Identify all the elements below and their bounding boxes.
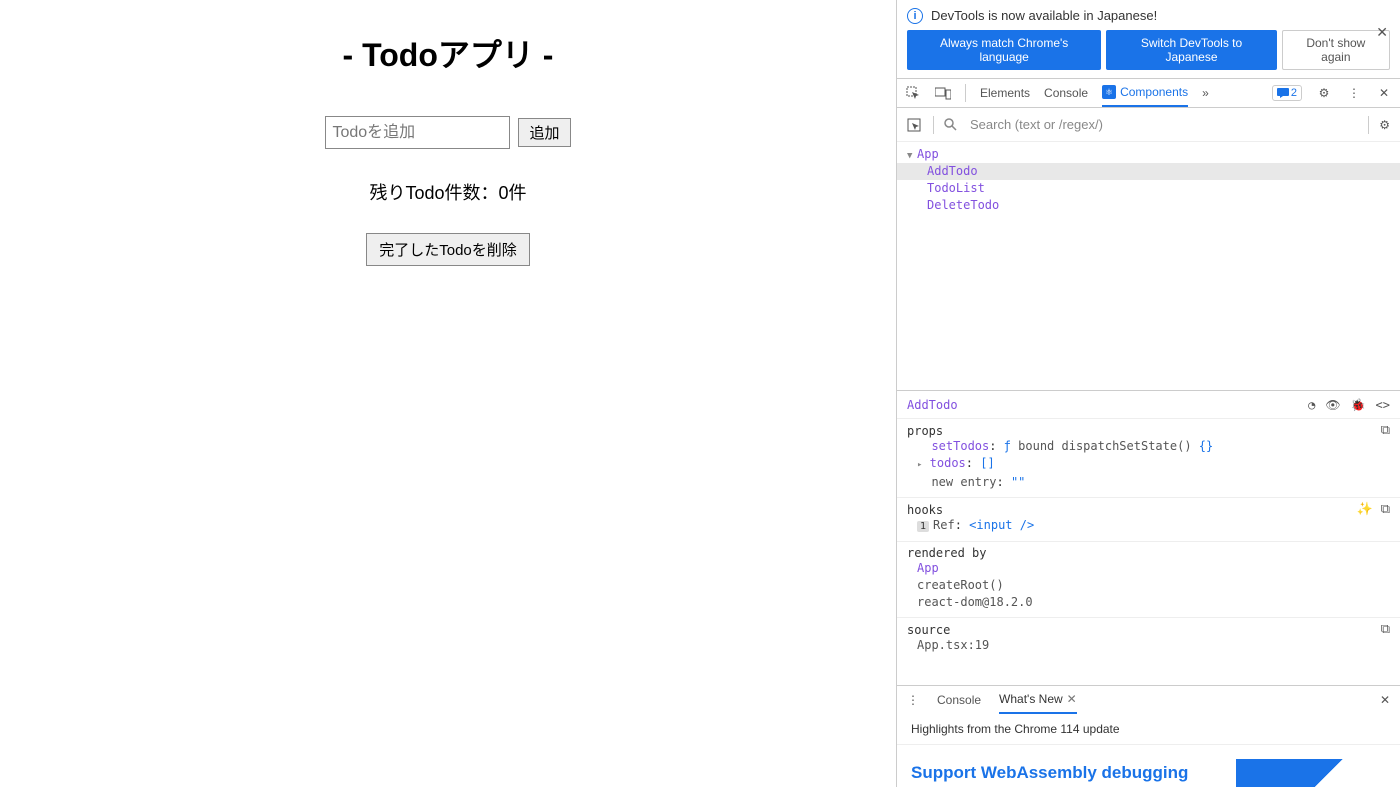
info-icon: i	[907, 8, 923, 24]
drawer-tab-console[interactable]: Console	[937, 686, 981, 714]
tab-more[interactable]: »	[1202, 79, 1209, 107]
hook-index: 1	[917, 521, 929, 532]
delete-completed-button[interactable]: 完了したTodoを削除	[366, 233, 530, 266]
tree-node-addtodo[interactable]: AddTodo	[897, 163, 1400, 180]
add-button[interactable]: 追加	[518, 118, 570, 147]
more-menu-icon[interactable]: ⋮	[1346, 85, 1362, 101]
source-label: source	[907, 623, 950, 637]
tab-components-label: Components	[1120, 85, 1188, 99]
copy-hooks-icon[interactable]: ⧉	[1381, 502, 1390, 517]
component-tree: ▼App AddTodo TodoList DeleteTodo	[897, 142, 1400, 390]
separator	[933, 116, 934, 134]
details-header: AddTodo ◔ 👁 🐞 <>	[897, 391, 1400, 419]
close-devtools-icon[interactable]: ✕	[1376, 85, 1392, 101]
suspend-icon[interactable]: ◔	[1308, 398, 1315, 412]
tab-console[interactable]: Console	[1044, 79, 1088, 107]
debug-icon[interactable]: 🐞	[1351, 398, 1366, 412]
app-title: - Todoアプリ -	[0, 30, 896, 76]
tree-node-deletetodo[interactable]: DeleteTodo	[897, 197, 1400, 214]
tree-label: App	[917, 147, 939, 161]
tree-node-app[interactable]: ▼App	[897, 146, 1400, 163]
device-icon[interactable]	[935, 85, 951, 101]
devtools-pane: i DevTools is now available in Japanese!…	[896, 0, 1400, 787]
wasm-title[interactable]: Support WebAssembly debugging	[911, 763, 1188, 783]
inspect-dom-icon[interactable]: 👁	[1325, 398, 1340, 412]
inspect-icon[interactable]	[905, 85, 921, 101]
props-label: props	[907, 424, 943, 438]
remaining-count: 残りTodo件数：0件	[0, 179, 896, 205]
settings-icon[interactable]: ⚙	[1316, 85, 1332, 101]
prop-val: ƒ	[1004, 439, 1018, 453]
messages-count: 2	[1291, 87, 1297, 99]
close-drawer-icon[interactable]: ✕	[1380, 693, 1390, 707]
wasm-row: Support WebAssembly debugging	[897, 745, 1400, 787]
component-search-bar: ⚙	[897, 108, 1400, 142]
highlights-text: Highlights from the Chrome 114 update	[897, 714, 1400, 745]
rendered-by-section: rendered by App createRoot() react-dom@1…	[897, 542, 1400, 618]
details-actions: ◔ 👁 🐞 <>	[1308, 398, 1390, 412]
tab-components[interactable]: ⚛ Components	[1102, 79, 1188, 107]
props-section: props ⧉ setTodos: ƒ bound dispatchSetSta…	[897, 419, 1400, 498]
info-bar: i DevTools is now available in Japanese!…	[897, 0, 1400, 24]
messages-badge[interactable]: 2	[1272, 85, 1302, 101]
add-todo-row: 追加	[0, 116, 896, 149]
prop-val: []	[980, 456, 994, 470]
rendered-reactdom: react-dom@18.2.0	[917, 595, 1033, 609]
separator	[965, 84, 966, 102]
drawer: ⋮ Console What's New ✕ ✕ Highlights from…	[897, 685, 1400, 787]
hook-val: <input />	[969, 518, 1034, 532]
close-infobar-icon[interactable]: ✕	[1376, 24, 1388, 41]
drawer-menu-icon[interactable]: ⋮	[907, 693, 919, 707]
copy-source-icon[interactable]: ⧉	[1381, 622, 1390, 637]
info-buttons: Always match Chrome's language Switch De…	[897, 24, 1400, 78]
devtools-tabbar: Elements Console ⚛ Components » 2 ⚙ ⋮ ✕	[897, 78, 1400, 108]
close-tab-icon[interactable]: ✕	[1067, 692, 1077, 706]
info-text: DevTools is now available in Japanese!	[931, 8, 1157, 23]
component-details: AddTodo ◔ 👁 🐞 <> props ⧉ setTodos: ƒ bou…	[897, 390, 1400, 685]
always-match-button[interactable]: Always match Chrome's language	[907, 30, 1101, 70]
prop-key: setTodos	[931, 439, 989, 453]
tab-elements[interactable]: Elements	[980, 79, 1030, 107]
tree-node-todolist[interactable]: TodoList	[897, 180, 1400, 197]
rendered-app-link[interactable]: App	[917, 561, 939, 575]
switch-japanese-button[interactable]: Switch DevTools to Japanese	[1106, 30, 1276, 70]
separator	[1368, 116, 1369, 134]
react-icon: ⚛	[1102, 85, 1116, 99]
new-entry-val[interactable]: ""	[1011, 475, 1025, 489]
prop-val: {}	[1192, 439, 1214, 453]
prop-val: bound dispatchSetState()	[1018, 439, 1191, 453]
drawer-tab-whatsnew[interactable]: What's New ✕	[999, 686, 1077, 714]
app-pane: - Todoアプリ - 追加 残りTodo件数：0件 完了したTodoを削除	[0, 0, 896, 787]
tabbar-right: 2 ⚙ ⋮ ✕	[1272, 85, 1392, 101]
drawer-tabs: ⋮ Console What's New ✕ ✕	[897, 686, 1400, 714]
parse-hooks-icon[interactable]: ✨	[1357, 502, 1373, 517]
hooks-section: hooks ✨ ⧉ 1Ref: <input />	[897, 498, 1400, 542]
rendered-by-label: rendered by	[907, 546, 986, 560]
copy-props-icon[interactable]: ⧉	[1381, 423, 1390, 438]
new-entry-label: new entry	[931, 475, 996, 489]
select-element-icon[interactable]	[907, 118, 923, 132]
wasm-image	[1236, 759, 1386, 787]
prop-key: todos	[930, 456, 966, 470]
selected-component-name: AddTodo	[907, 398, 958, 412]
component-settings-icon[interactable]: ⚙	[1379, 118, 1390, 132]
rendered-createroot: createRoot()	[917, 578, 1004, 592]
drawer-tab-label: What's New	[999, 692, 1063, 706]
hooks-label: hooks	[907, 503, 943, 517]
search-input[interactable]	[970, 117, 1358, 132]
todo-input[interactable]	[325, 116, 510, 149]
hook-label: Ref	[933, 518, 955, 532]
dont-show-button[interactable]: Don't show again	[1282, 30, 1390, 70]
view-source-icon[interactable]: <>	[1376, 398, 1390, 412]
source-location[interactable]: App.tsx:19	[917, 638, 989, 652]
search-icon	[944, 118, 960, 131]
source-section: source ⧉ App.tsx:19	[897, 618, 1400, 660]
